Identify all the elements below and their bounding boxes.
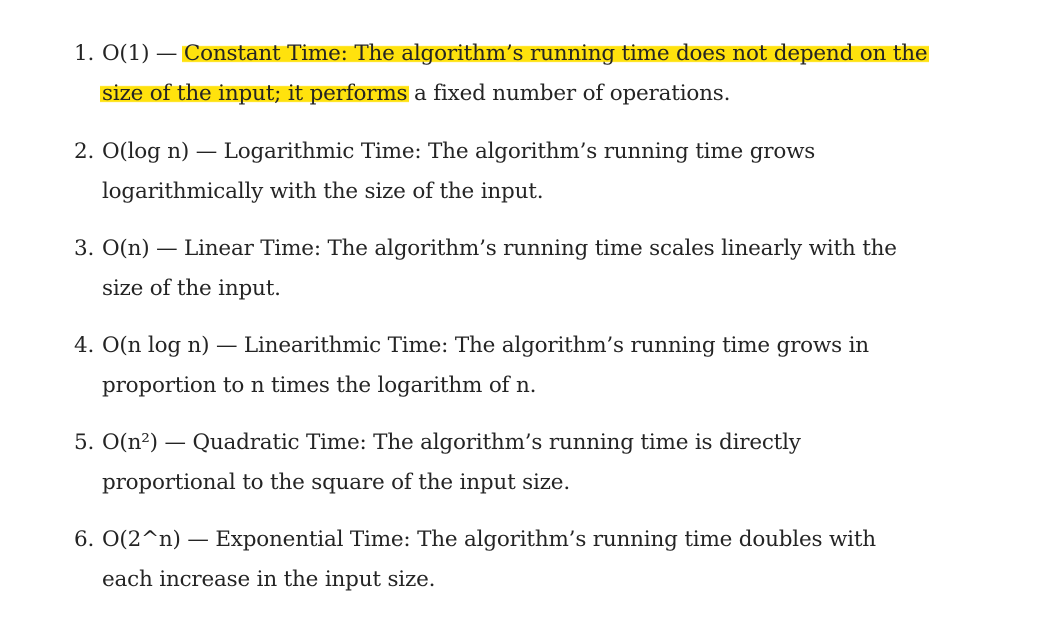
complexity-notation: O(n) — [102, 236, 185, 261]
list-item-text[interactable]: O(2^n) — Exponential Time: The algorithm… [102, 520, 932, 600]
list-item-number: 2. [74, 139, 95, 164]
list-item-number: 6. [74, 527, 95, 552]
list-item: 5. O(n²) — Quadratic Time: The algorithm… [74, 423, 954, 503]
list-item: 6. O(2^n) — Exponential Time: The algori… [74, 520, 954, 600]
list-item-description: Linear Time: The algorithm’s running tim… [102, 236, 897, 301]
article-body: 1. O(1) — Constant Time: The algorithm’s… [0, 0, 1053, 632]
list-item-description: Exponential Time: The algorithm’s runnin… [102, 527, 876, 592]
list-item: 2. O(log n) — Logarithmic Time: The algo… [74, 132, 954, 212]
list-item: 1. O(1) — Constant Time: The algorithm’s… [74, 34, 954, 114]
list-item-text[interactable]: O(n log n) — Linearithmic Time: The algo… [102, 326, 932, 406]
list-item: 4. O(n log n) — Linearithmic Time: The a… [74, 326, 954, 406]
list-item-text[interactable]: O(n²) — Quadratic Time: The algorithm’s … [102, 423, 932, 503]
list-item: 3. O(n) — Linear Time: The algorithm’s r… [74, 229, 954, 309]
list-item-text[interactable]: O(log n) — Logarithmic Time: The algorit… [102, 132, 932, 212]
list-item-number: 5. [74, 430, 95, 455]
list-item-description: Quadratic Time: The algorithm’s running … [102, 430, 801, 495]
list-item-number: 4. [74, 333, 95, 358]
list-item-number: 3. [74, 236, 95, 261]
list-item-description: a fixed number of operations. [407, 81, 731, 106]
complexity-notation: O(log n) — [102, 139, 224, 164]
complexity-notation: O(1) — [102, 41, 184, 66]
list-item-number: 1. [74, 41, 95, 66]
complexity-notation: O(n log n) — [102, 333, 244, 358]
list-item-text[interactable]: O(n) — Linear Time: The algorithm’s runn… [102, 229, 932, 309]
list-item-text[interactable]: O(1) — Constant Time: The algorithm’s ru… [100, 34, 932, 114]
complexity-notation: O(2^n) — [102, 527, 216, 552]
complexity-notation: O(n²) — [102, 430, 193, 455]
